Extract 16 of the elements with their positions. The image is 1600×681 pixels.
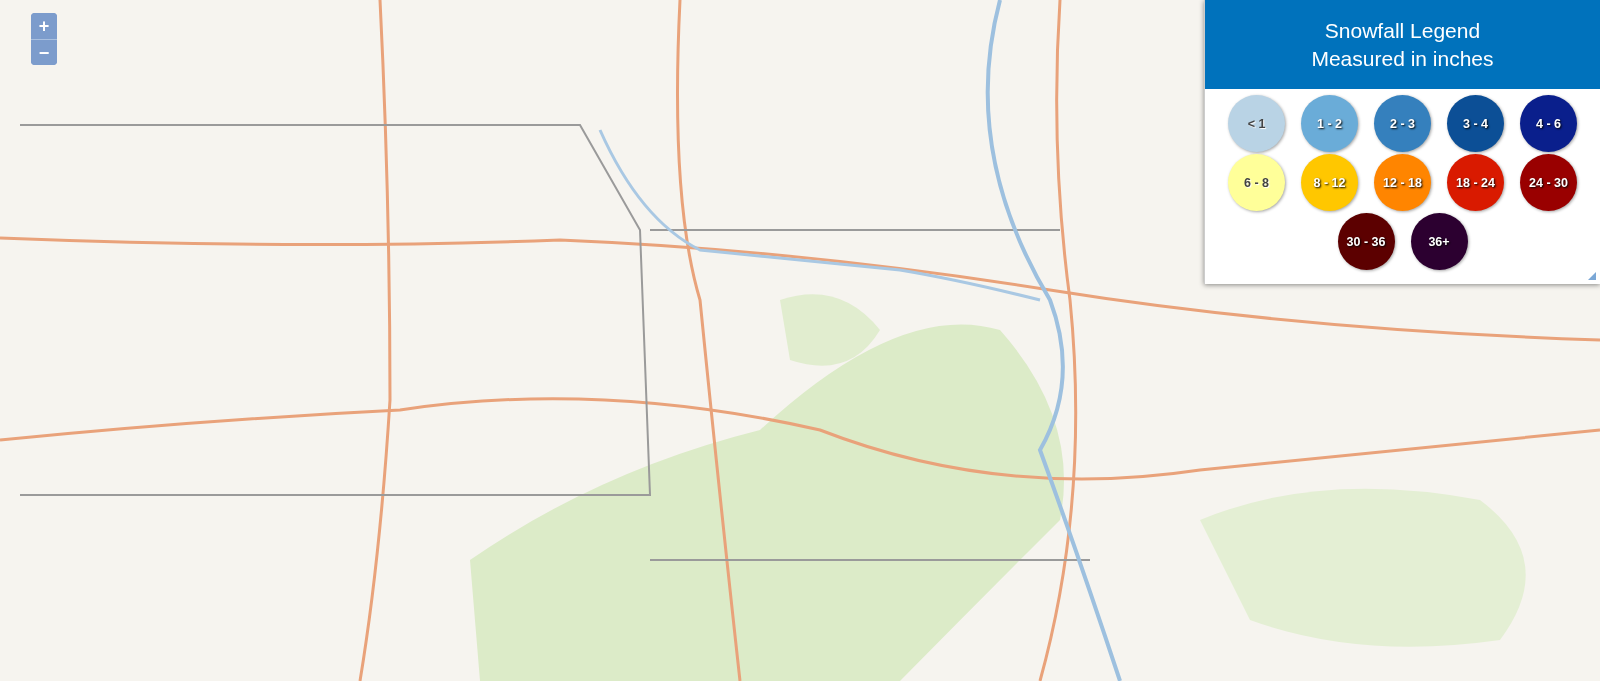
legend-swatch: 8 - 12 [1301, 154, 1358, 211]
resize-grip-icon[interactable] [1588, 272, 1596, 280]
legend-swatch: 24 - 30 [1520, 154, 1577, 211]
legend-swatch: 18 - 24 [1447, 154, 1504, 211]
legend-title: Snowfall Legend [1324, 18, 1481, 43]
legend-swatch: < 1 [1228, 95, 1285, 152]
legend-swatch: 12 - 18 [1374, 154, 1431, 211]
legend-swatch: 36+ [1410, 213, 1468, 270]
legend-swatch: 3 - 4 [1447, 95, 1504, 152]
legend-swatch: 30 - 36 [1337, 213, 1395, 270]
legend-swatch: 4 - 6 [1520, 95, 1577, 152]
legend-subtitle: Measured in inches [1311, 46, 1494, 71]
zoom-out-button[interactable]: − [31, 39, 57, 65]
legend-swatch: 2 - 3 [1374, 95, 1431, 152]
legend-swatch: 6 - 8 [1228, 154, 1285, 211]
legend-swatch: 1 - 2 [1301, 95, 1358, 152]
